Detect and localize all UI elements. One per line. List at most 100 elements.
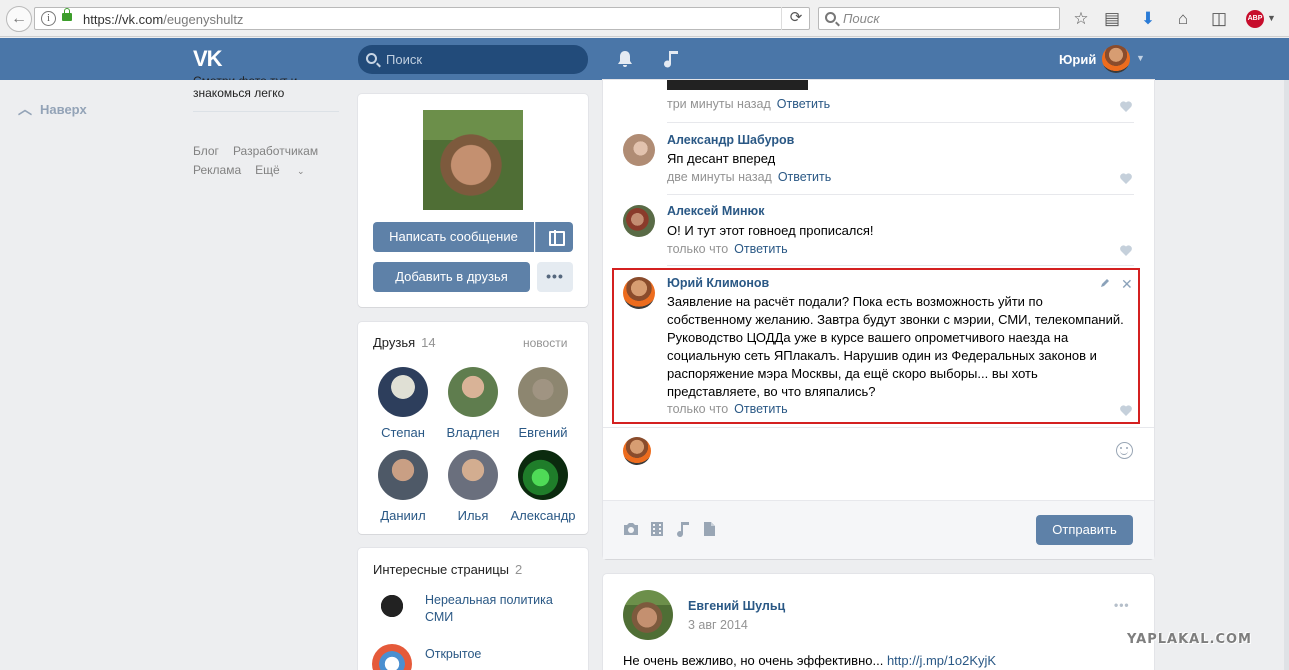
comment-author[interactable]: Александр Шабуров bbox=[667, 133, 794, 147]
footer-link-ads[interactable]: Реклама bbox=[193, 163, 241, 177]
send-button[interactable]: Отправить bbox=[1036, 515, 1133, 545]
comment-text: О! И тут этот говноед прописался! bbox=[667, 223, 874, 238]
add-friend-button[interactable]: Добавить в друзья bbox=[373, 262, 530, 292]
friend-item[interactable]: Илья bbox=[438, 450, 508, 523]
avatar bbox=[378, 367, 428, 417]
profile-photo[interactable] bbox=[423, 110, 523, 210]
friend-item[interactable]: Евгений bbox=[508, 367, 578, 440]
footer-links: Блог Разработчикам Реклама Ещё ⌄ bbox=[193, 142, 333, 181]
more-actions-button[interactable]: ••• bbox=[537, 262, 573, 292]
post-author[interactable]: Евгений Шульц bbox=[688, 599, 785, 613]
avatar[interactable] bbox=[623, 277, 655, 309]
lock-icon bbox=[62, 8, 72, 21]
search-icon bbox=[825, 12, 836, 23]
divider bbox=[603, 427, 1154, 428]
friend-item[interactable]: Александр bbox=[508, 450, 578, 523]
friends-news-link[interactable]: новости bbox=[523, 336, 567, 350]
divider bbox=[667, 265, 1134, 266]
friend-item[interactable]: Владлен bbox=[438, 367, 508, 440]
promo-line-cut: Смотри фото тут и bbox=[193, 74, 343, 80]
reading-list-icon[interactable]: ▤ bbox=[1101, 8, 1123, 30]
divider bbox=[193, 111, 339, 112]
watermark: YAPLAKAL.COM bbox=[1127, 632, 1252, 647]
close-icon[interactable]: ✕ bbox=[1121, 276, 1133, 293]
reply-link[interactable]: Ответить bbox=[734, 242, 787, 256]
vk-logo[interactable]: VK bbox=[193, 46, 223, 72]
download-icon[interactable]: ⬇ bbox=[1137, 8, 1159, 30]
info-icon[interactable]: i bbox=[41, 11, 56, 26]
comment-author[interactable]: Юрий Климонов bbox=[667, 276, 769, 290]
avatar bbox=[518, 367, 568, 417]
address-bar[interactable]: i https://vk.com/eugenyshultz bbox=[34, 7, 810, 30]
reload-icon[interactable]: ⟳ bbox=[781, 7, 810, 30]
comment-meta: три минуты назад Ответить bbox=[667, 97, 831, 111]
back-arrow-icon[interactable]: ← bbox=[6, 6, 32, 32]
heart-icon[interactable] bbox=[1120, 173, 1132, 184]
post-link[interactable]: http://j.mp/1o2KyjK bbox=[887, 653, 996, 668]
footer-link-more[interactable]: Ещё ⌄ bbox=[255, 163, 318, 177]
avatar[interactable] bbox=[1102, 45, 1130, 73]
gift-icon[interactable] bbox=[535, 222, 573, 252]
avatar[interactable] bbox=[623, 590, 673, 640]
chevron-up-icon: ︿ bbox=[18, 101, 32, 117]
reply-link[interactable]: Ответить bbox=[734, 402, 787, 416]
url-text[interactable]: https://vk.com/eugenyshultz bbox=[83, 12, 243, 27]
page-avatar bbox=[372, 590, 412, 630]
avatar bbox=[518, 450, 568, 500]
smile-icon[interactable] bbox=[1116, 442, 1133, 459]
comment-meta: только что Ответить bbox=[667, 402, 788, 416]
friend-item[interactable]: Степан bbox=[368, 367, 438, 440]
heart-icon[interactable] bbox=[1120, 101, 1132, 112]
home-icon[interactable]: ⌂ bbox=[1172, 8, 1194, 30]
page-avatar bbox=[372, 644, 412, 670]
reply-link[interactable]: Ответить bbox=[778, 170, 831, 184]
divider bbox=[667, 122, 1134, 123]
music-icon[interactable] bbox=[674, 520, 692, 538]
avatar bbox=[623, 437, 651, 465]
video-icon[interactable] bbox=[648, 520, 666, 538]
friends-card: Друзья 14 новости Степан Владлен Евгений … bbox=[358, 322, 588, 534]
browser-toolbar: ← i https://vk.com/eugenyshultz ⟳ ☆ ▤ ⬇ … bbox=[0, 0, 1289, 37]
comment-meta: две минуты назад Ответить bbox=[667, 170, 832, 184]
camera-icon[interactable] bbox=[622, 520, 640, 538]
pages-title[interactable]: Интересные страницы 2 bbox=[373, 562, 522, 577]
scrollbar[interactable] bbox=[1284, 80, 1289, 670]
pocket-icon[interactable]: ◫ bbox=[1208, 8, 1230, 30]
comment-author[interactable]: Алексей Минюк bbox=[667, 204, 765, 218]
browser-search-input[interactable] bbox=[843, 10, 1053, 27]
avatar[interactable] bbox=[623, 205, 655, 237]
promo-line: знакомься легко bbox=[193, 86, 285, 100]
search-icon bbox=[366, 53, 377, 64]
header-user-name[interactable]: Юрий bbox=[1059, 52, 1096, 67]
friend-item[interactable]: Даниил bbox=[368, 450, 438, 523]
write-message-button[interactable]: Написать сообщение bbox=[373, 222, 534, 252]
more-options-icon[interactable]: ••• bbox=[1114, 598, 1130, 612]
star-icon[interactable]: ☆ bbox=[1070, 8, 1092, 30]
chevron-down-icon[interactable]: ▼ bbox=[1136, 53, 1145, 63]
avatar bbox=[378, 450, 428, 500]
comment-input[interactable] bbox=[664, 437, 1104, 467]
chevron-down-icon[interactable]: ▼ bbox=[1267, 13, 1276, 23]
post-text: Не очень вежливо, но очень эффективно...… bbox=[623, 653, 997, 668]
promo-block[interactable]: Смотри фото тут и знакомься легко bbox=[193, 74, 343, 100]
interesting-pages-card: Интересные страницы 2 Нереальная политика… bbox=[358, 548, 588, 670]
divider bbox=[667, 194, 1134, 195]
heart-icon[interactable] bbox=[1120, 405, 1132, 416]
friends-title[interactable]: Друзья 14 bbox=[373, 335, 436, 350]
footer-link-developers[interactable]: Разработчикам bbox=[233, 144, 318, 158]
music-icon[interactable] bbox=[662, 49, 680, 69]
comment-image[interactable] bbox=[667, 80, 808, 90]
browser-search-box[interactable] bbox=[818, 7, 1060, 30]
vk-search-input[interactable] bbox=[386, 51, 576, 68]
vk-search-box[interactable] bbox=[358, 45, 588, 74]
document-icon[interactable] bbox=[700, 520, 718, 538]
post-date[interactable]: 3 авг 2014 bbox=[688, 618, 748, 632]
reply-link[interactable]: Ответить bbox=[777, 97, 830, 111]
heart-icon[interactable] bbox=[1120, 245, 1132, 256]
bell-icon[interactable] bbox=[616, 50, 634, 68]
footer-link-blog[interactable]: Блог bbox=[193, 144, 219, 158]
scroll-up-link[interactable]: ︿ Наверх bbox=[18, 99, 87, 119]
avatar[interactable] bbox=[623, 134, 655, 166]
adblock-icon[interactable]: ABP bbox=[1246, 10, 1264, 28]
pencil-icon[interactable] bbox=[1100, 278, 1110, 288]
